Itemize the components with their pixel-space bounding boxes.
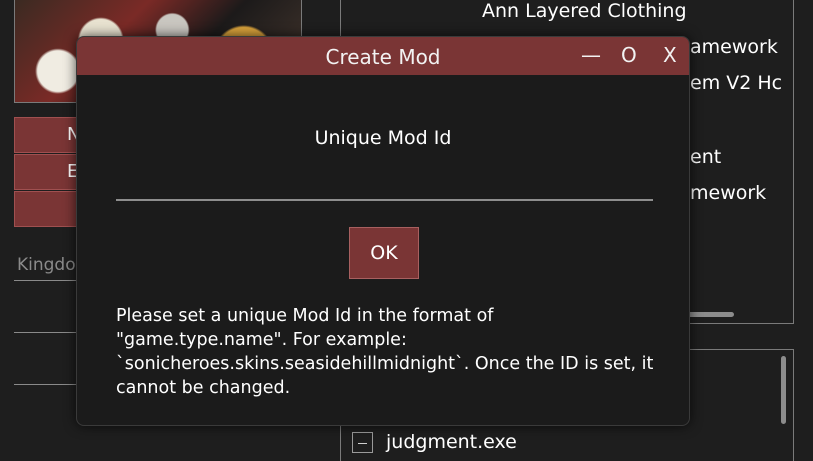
ok-button[interactable]: OK <box>349 227 419 279</box>
close-button[interactable]: X <box>663 44 677 66</box>
mod-list-item[interactable]: em V2 Hc <box>690 72 782 94</box>
create-mod-dialog: Create Mod — O X Unique Mod Id OK Please… <box>76 36 690 426</box>
horizontal-scrollbar[interactable] <box>686 312 734 317</box>
app-list-item[interactable]: judgment.exe <box>352 430 517 454</box>
mod-list-item[interactable]: mework <box>690 182 766 204</box>
app-label: judgment.exe <box>386 431 517 453</box>
mod-id-input[interactable] <box>116 165 653 201</box>
maximize-button[interactable]: O <box>621 44 637 66</box>
mod-list-item[interactable]: amework <box>690 36 778 58</box>
mod-list-item[interactable]: Ann Layered Clothing <box>482 0 687 22</box>
vertical-scrollbar[interactable] <box>781 356 786 424</box>
app-checkbox[interactable] <box>352 431 373 453</box>
help-text: Please set a unique Mod Id in the format… <box>116 306 654 398</box>
dialog-titlebar[interactable]: Create Mod — O X <box>77 37 689 75</box>
mod-list-item[interactable]: ent <box>690 146 721 168</box>
mod-id-label: Unique Mod Id <box>314 127 452 149</box>
minimize-button[interactable]: — <box>581 44 601 66</box>
